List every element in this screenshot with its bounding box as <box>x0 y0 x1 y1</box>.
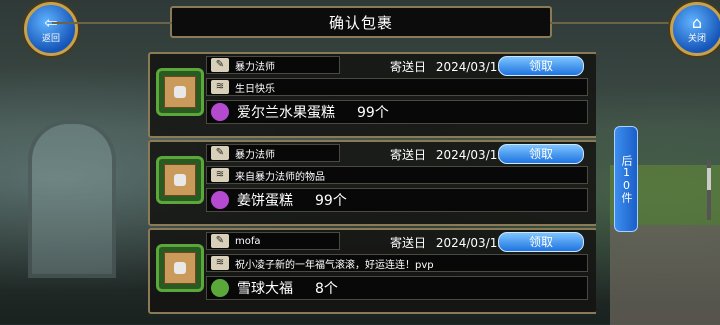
item-quantity: 99个 <box>315 193 347 209</box>
scroll-icon: ≋ <box>211 168 229 182</box>
item-quantity: 8个 <box>315 281 338 297</box>
gift-box-icon <box>156 156 204 204</box>
parcel-card: ✎ mofa 寄送日 2024/03/15 领取 ≋ 祝小凌子新的一年福气滚滚，… <box>148 228 596 314</box>
background-stone <box>610 225 720 325</box>
back-button[interactable]: ⇦ 返回 <box>24 2 78 56</box>
sent-date-label: 寄送日 <box>390 60 427 74</box>
sent-date-value: 2024/03/15 <box>435 60 506 74</box>
cake-icon <box>211 103 229 121</box>
sent-date: 寄送日 2024/03/15 <box>390 58 505 75</box>
sword-quill-icon: ✎ <box>211 234 229 248</box>
claim-button[interactable]: 领取 <box>498 56 584 76</box>
sent-date-value: 2024/03/15 <box>435 236 506 250</box>
parcel-card: ✎ 暴力法师 寄送日 2024/03/15 领取 ≋ 生日快乐 爱尔兰水果蛋糕 … <box>148 52 596 138</box>
sent-date-label: 寄送日 <box>390 148 427 162</box>
sword-quill-icon: ✎ <box>211 58 229 72</box>
scroll-icon: ≋ <box>211 256 229 270</box>
close-button-label: 关闭 <box>687 33 706 44</box>
claim-button[interactable]: 领取 <box>498 144 584 164</box>
message-text: 来自暴力法师的物品 <box>235 171 325 183</box>
item-name: 姜饼蛋糕 <box>237 193 293 209</box>
sender-field: ✎ 暴力法师 <box>206 56 340 74</box>
message-text: 生日快乐 <box>235 83 275 95</box>
item-quantity: 99个 <box>357 105 389 121</box>
sender-name: 暴力法师 <box>235 61 275 73</box>
message-field: ≋ 生日快乐 <box>206 78 588 96</box>
sender-name: mofa <box>235 235 261 247</box>
background-arch <box>28 120 116 278</box>
sender-name: 暴力法师 <box>235 149 275 161</box>
sent-date: 寄送日 2024/03/15 <box>390 146 505 163</box>
item-field: 爱尔兰水果蛋糕 99个 <box>206 100 588 124</box>
item-field: 雪球大福 8个 <box>206 276 588 300</box>
claim-button[interactable]: 领取 <box>498 232 584 252</box>
item-name: 雪球大福 <box>237 281 293 297</box>
sender-field: ✎ 暴力法师 <box>206 144 340 162</box>
sent-date-label: 寄送日 <box>390 236 427 250</box>
close-button[interactable]: ⌂ 关闭 <box>670 2 720 56</box>
snowball-daifuku-icon <box>211 279 229 297</box>
window-title-text: 确认包裹 <box>328 13 393 32</box>
back-button-label: 返回 <box>41 33 60 44</box>
item-field: 姜饼蛋糕 99个 <box>206 188 588 212</box>
message-text: 祝小凌子新的一年福气滚滚，好运连连！pvp <box>235 259 434 271</box>
sword-quill-icon: ✎ <box>211 146 229 160</box>
home-icon: ⌂ <box>691 12 703 32</box>
next-page-button[interactable]: 后10件 <box>614 126 638 232</box>
window-title: 确认包裹 <box>52 6 670 38</box>
cake-icon <box>211 191 229 209</box>
parcel-list: ✎ 暴力法师 寄送日 2024/03/15 领取 ≋ 生日快乐 爱尔兰水果蛋糕 … <box>148 52 596 324</box>
message-field: ≋ 来自暴力法师的物品 <box>206 166 588 184</box>
sent-date-value: 2024/03/15 <box>435 148 506 162</box>
message-field: ≋ 祝小凌子新的一年福气滚滚，好运连连！pvp <box>206 254 588 272</box>
gift-box-icon <box>156 68 204 116</box>
gift-box-icon <box>156 244 204 292</box>
sent-date: 寄送日 2024/03/15 <box>390 234 505 251</box>
parcel-card: ✎ 暴力法师 寄送日 2024/03/15 领取 ≋ 来自暴力法师的物品 姜饼蛋… <box>148 140 596 226</box>
sender-field: ✎ mofa <box>206 232 340 250</box>
scrollbar-thumb[interactable] <box>707 168 711 190</box>
item-name: 爱尔兰水果蛋糕 <box>237 105 335 121</box>
scroll-icon: ≋ <box>211 80 229 94</box>
